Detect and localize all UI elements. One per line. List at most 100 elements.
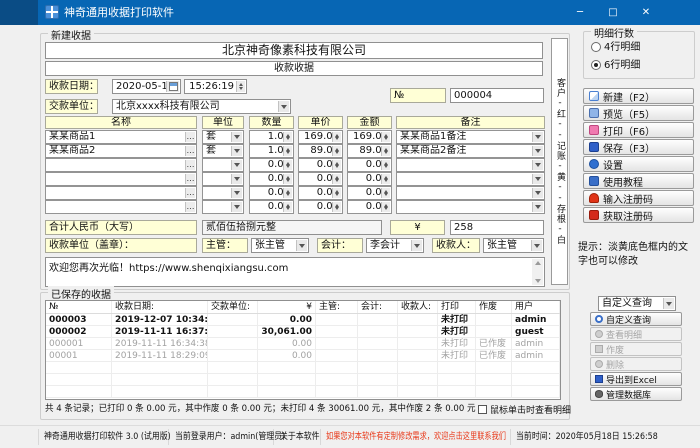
item-name-input[interactable]: … xyxy=(45,158,197,172)
item-amount-input[interactable]: 169.00 xyxy=(347,130,392,144)
accountant-select[interactable]: 李会计 xyxy=(366,238,424,253)
item-name-input[interactable]: … xyxy=(45,200,197,214)
tutorial-button[interactable]: 使用教程 xyxy=(583,173,694,189)
item-amount-input[interactable]: 0.00 xyxy=(347,158,392,172)
ellipsis-button[interactable]: … xyxy=(185,160,195,170)
time-spinner[interactable] xyxy=(236,81,245,92)
item-remark-select[interactable] xyxy=(396,200,545,214)
radio-6-lines[interactable]: 6行明细 xyxy=(591,59,640,72)
item-name-input[interactable]: 某某商品1… xyxy=(45,130,197,144)
spinner[interactable] xyxy=(332,132,341,142)
spinner[interactable] xyxy=(381,160,390,170)
company-name-input[interactable]: 北京神奇像素科技有限公司 xyxy=(45,42,543,59)
dropdown-arrow-icon[interactable] xyxy=(231,132,242,142)
item-qty-input[interactable]: 0.00 xyxy=(249,186,294,200)
item-price-input[interactable]: 0.00 xyxy=(298,186,343,200)
item-unit-select[interactable] xyxy=(202,158,244,172)
saved-row[interactable]: 0000012019-11-11 16:34:380.00未打印已作废admin xyxy=(46,338,560,350)
view-detail-checkbox[interactable] xyxy=(478,405,487,414)
dropdown-arrow-icon[interactable] xyxy=(531,240,542,251)
dropdown-arrow-icon[interactable] xyxy=(532,174,543,184)
receipt-title-input[interactable]: 收款收据 xyxy=(45,61,543,76)
dropdown-arrow-icon[interactable] xyxy=(231,160,242,170)
preview-button[interactable]: 预览（F5） xyxy=(583,105,694,121)
item-name-input[interactable]: … xyxy=(45,172,197,186)
close-button[interactable]: ✕ xyxy=(632,0,660,25)
item-unit-select[interactable] xyxy=(202,200,244,214)
item-unit-select[interactable]: 套 xyxy=(202,144,244,158)
item-amount-input[interactable]: 0.00 xyxy=(347,200,392,214)
item-unit-select[interactable]: 套 xyxy=(202,130,244,144)
dropdown-arrow-icon[interactable] xyxy=(278,101,289,112)
item-price-input[interactable]: 169.00 xyxy=(298,130,343,144)
dropdown-arrow-icon[interactable] xyxy=(663,298,674,309)
spinner[interactable] xyxy=(283,146,292,156)
export-excel-button[interactable]: 导出到Excel xyxy=(590,372,682,386)
item-name-input[interactable]: 某某商品2… xyxy=(45,144,197,158)
saved-row[interactable]: 0000022019-11-11 16:37:5230,061.00未打印gue… xyxy=(46,326,560,338)
ellipsis-button[interactable]: … xyxy=(185,146,195,156)
spinner[interactable] xyxy=(381,132,390,142)
item-remark-select[interactable] xyxy=(396,172,545,186)
save-button[interactable]: 保存（F3） xyxy=(583,139,694,155)
welcome-textarea[interactable]: 欢迎您再次光临！https://www.shenqixiangsu.com xyxy=(45,257,545,287)
dropdown-arrow-icon[interactable] xyxy=(231,188,242,198)
item-price-input[interactable]: 0.00 xyxy=(298,158,343,172)
time-input[interactable]: 15:26:19 xyxy=(184,79,247,94)
spinner[interactable] xyxy=(332,188,341,198)
textarea-scrollbar[interactable] xyxy=(532,259,543,285)
receipt-no-input[interactable]: 000004 xyxy=(450,88,544,103)
item-unit-select[interactable] xyxy=(202,172,244,186)
maximize-button[interactable]: □ xyxy=(599,0,627,25)
calendar-dropdown[interactable] xyxy=(166,81,179,92)
spinner[interactable] xyxy=(332,160,341,170)
ellipsis-button[interactable]: … xyxy=(185,202,195,212)
spinner[interactable] xyxy=(381,174,390,184)
item-qty-input[interactable]: 0.00 xyxy=(249,158,294,172)
item-remark-select[interactable]: 某某商品1备注 xyxy=(396,130,545,144)
spinner[interactable] xyxy=(381,202,390,212)
dropdown-arrow-icon[interactable] xyxy=(231,202,242,212)
saved-row[interactable]: 0000032019-12-07 10:34:320.00未打印admin xyxy=(46,314,560,326)
supervisor-select[interactable]: 张主管 xyxy=(251,238,309,253)
new-button[interactable]: 新建（F2） xyxy=(583,88,694,104)
item-unit-select[interactable] xyxy=(202,186,244,200)
spinner[interactable] xyxy=(283,132,292,142)
payee-select[interactable]: 张主管 xyxy=(483,238,544,253)
item-name-input[interactable]: … xyxy=(45,186,197,200)
item-price-input[interactable]: 0.00 xyxy=(298,172,343,186)
spinner[interactable] xyxy=(283,188,292,198)
item-amount-input[interactable]: 0.00 xyxy=(347,186,392,200)
dropdown-arrow-icon[interactable] xyxy=(296,240,307,251)
dropdown-arrow-icon[interactable] xyxy=(411,240,422,251)
status-about-link[interactable]: 关于本软件 xyxy=(280,426,319,448)
dropdown-arrow-icon[interactable] xyxy=(532,202,543,212)
payer-select[interactable]: 北京xxxx科技有限公司 xyxy=(112,99,291,114)
print-button[interactable]: 打印（F6） xyxy=(583,122,694,138)
spinner[interactable] xyxy=(332,174,341,184)
saved-row[interactable]: 000012019-11-11 18:29:090.00未打印已作废admin xyxy=(46,350,560,362)
item-amount-input[interactable]: 0.00 xyxy=(347,172,392,186)
ellipsis-button[interactable]: … xyxy=(185,174,195,184)
item-qty-input[interactable]: 0.00 xyxy=(249,200,294,214)
item-remark-select[interactable] xyxy=(396,158,545,172)
custom-query-button[interactable]: 自定义查询 xyxy=(590,312,682,326)
radio-4-lines[interactable]: 4行明细 xyxy=(591,41,640,54)
spinner[interactable] xyxy=(381,146,390,156)
settings-button[interactable]: 设置 xyxy=(583,156,694,172)
item-remark-select[interactable]: 某某商品2备注 xyxy=(396,144,545,158)
spinner[interactable] xyxy=(283,174,292,184)
minimize-button[interactable]: ─ xyxy=(566,0,594,25)
item-remark-select[interactable] xyxy=(396,186,545,200)
item-qty-input[interactable]: 1.00 xyxy=(249,130,294,144)
spinner[interactable] xyxy=(381,188,390,198)
item-qty-input[interactable]: 1.00 xyxy=(249,144,294,158)
spinner[interactable] xyxy=(283,160,292,170)
get-regcode-button[interactable]: 获取注册码 xyxy=(583,207,694,223)
status-contact-link[interactable]: 如果您对本软件有定制修改需求，欢迎点击这里联系我们 xyxy=(326,426,509,448)
dropdown-arrow-icon[interactable] xyxy=(231,174,242,184)
dropdown-arrow-icon[interactable] xyxy=(532,146,543,156)
date-picker[interactable]: 2020-05-18 xyxy=(112,79,181,94)
dropdown-arrow-icon[interactable] xyxy=(231,146,242,156)
item-amount-input[interactable]: 89.00 xyxy=(347,144,392,158)
